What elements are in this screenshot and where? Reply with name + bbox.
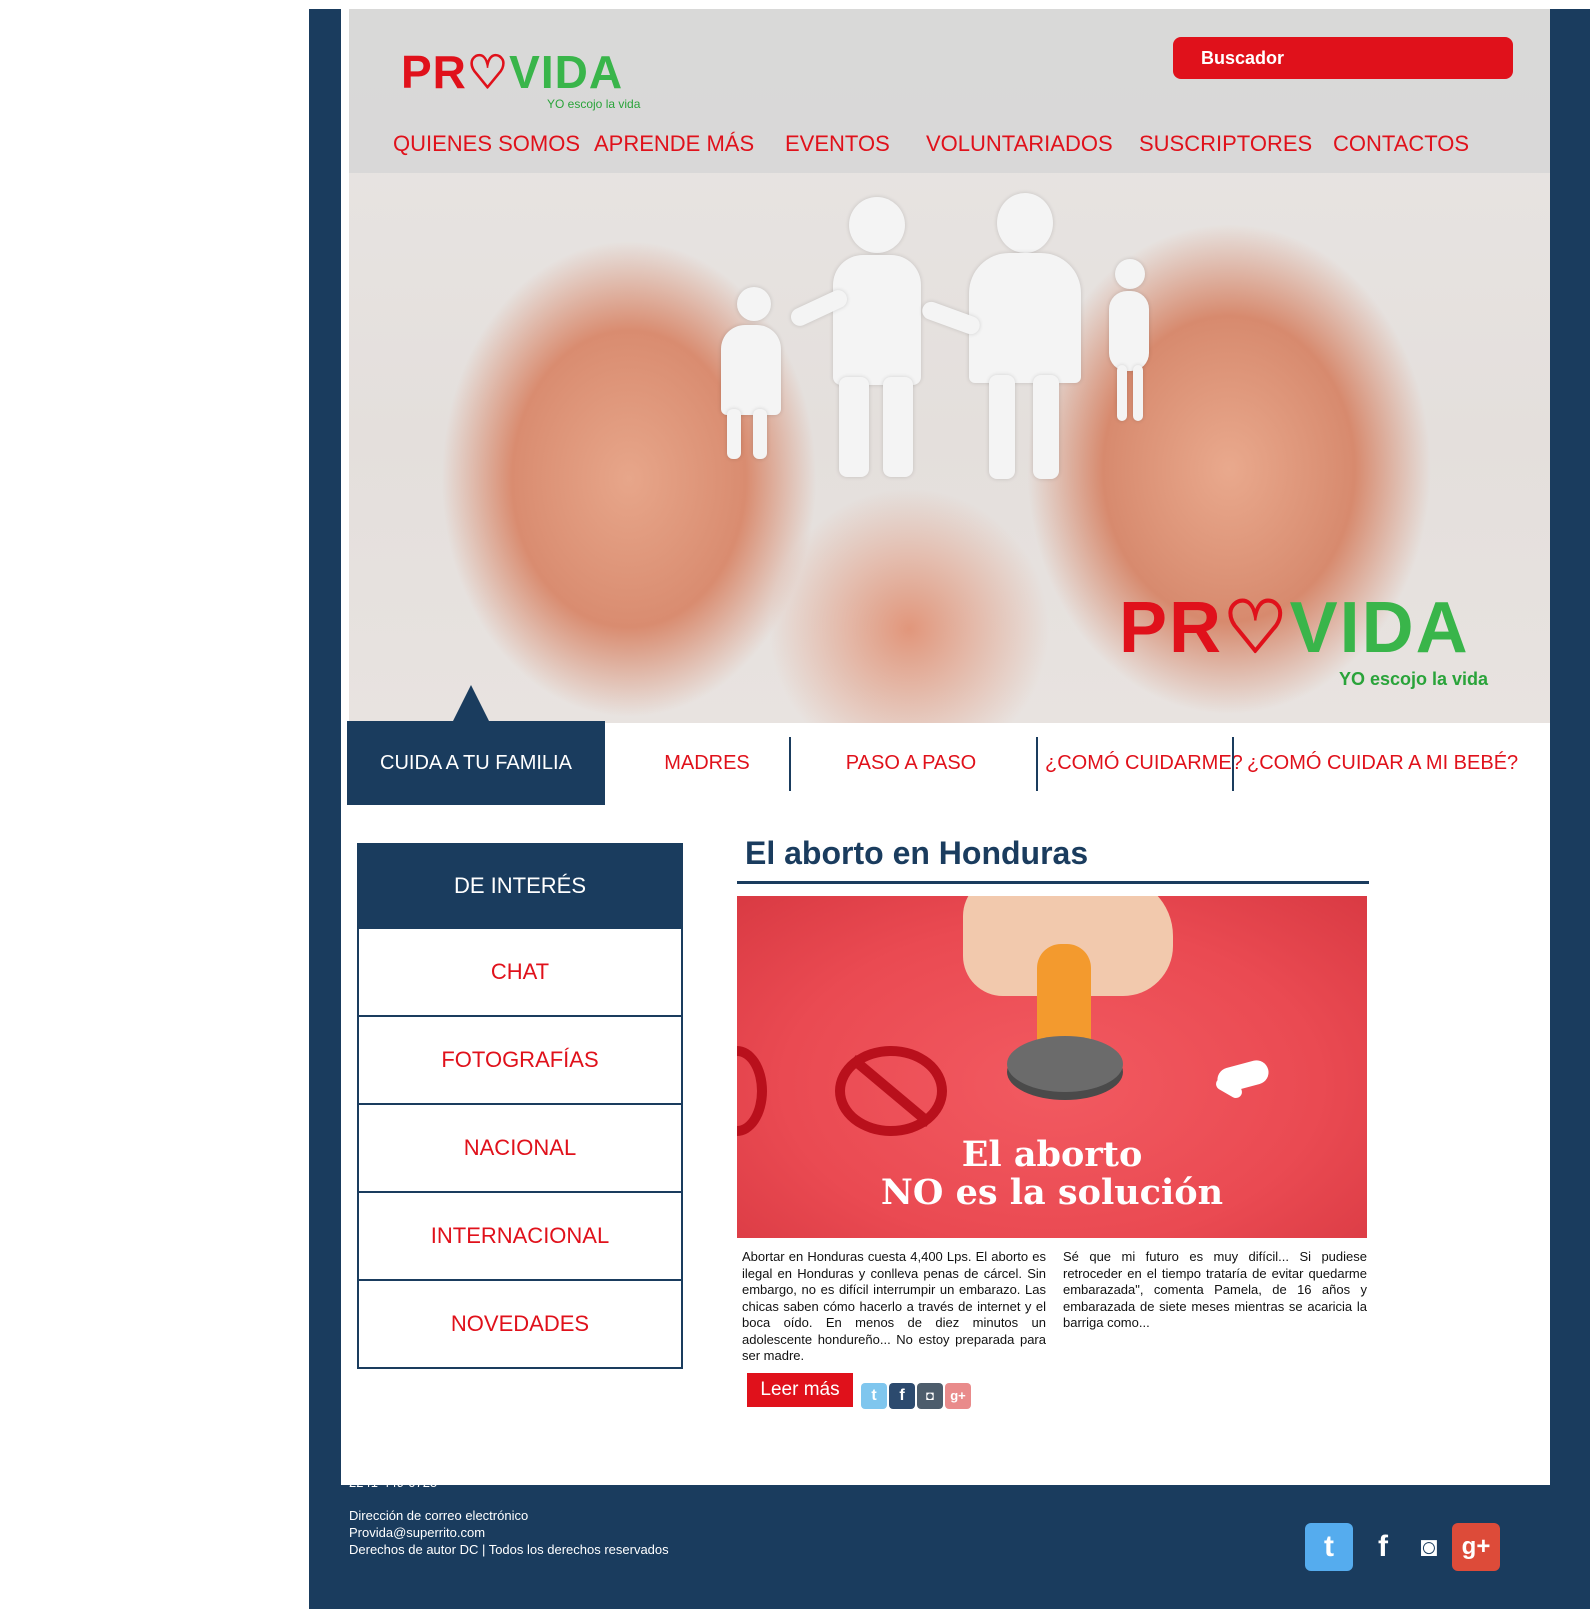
baby-head bbox=[1115, 259, 1145, 289]
tab-divider bbox=[789, 737, 791, 791]
mother-body bbox=[969, 253, 1081, 383]
logo-tagline: YO escojo la vida bbox=[547, 97, 641, 111]
nav-eventos[interactable]: EVENTOS bbox=[785, 131, 890, 157]
footer-email-label: Dirección de correo electrónico bbox=[349, 1508, 529, 1523]
tab-divider bbox=[1232, 737, 1234, 791]
title-divider bbox=[737, 881, 1369, 884]
read-more-button[interactable]: Leer más bbox=[747, 1373, 853, 1407]
baby-leg bbox=[1133, 365, 1143, 421]
article-text-column-1: Abortar en Honduras cuesta 4,400 Lps. El… bbox=[742, 1249, 1046, 1363]
father-leg bbox=[839, 377, 869, 477]
footer-copyright: Derechos de autor DC | Todos los derecho… bbox=[349, 1542, 669, 1557]
content-area: PR♡VIDA YO escojo la vida PR♡VIDA YO esc… bbox=[341, 9, 1550, 1485]
image-caption-line-1: El aborto bbox=[961, 1134, 1143, 1175]
twitter-icon[interactable]: t bbox=[861, 1383, 887, 1409]
father-body bbox=[833, 255, 921, 385]
article-title: El aborto en Honduras bbox=[745, 835, 1089, 871]
father-head bbox=[849, 197, 905, 253]
nav-contactos[interactable]: CONTACTOS bbox=[1333, 131, 1469, 157]
sidebar-item-internacional[interactable]: INTERNACIONAL bbox=[357, 1193, 683, 1281]
nav-aprende-mas[interactable]: APRENDE MÁS bbox=[594, 131, 754, 157]
nav-quienes-somos[interactable]: QUIENES SOMOS bbox=[393, 131, 580, 157]
google-plus-icon[interactable]: g+ bbox=[945, 1383, 971, 1409]
page-frame: PR♡VIDA YO escojo la vida PR♡VIDA YO esc… bbox=[309, 9, 1590, 1609]
nav-suscriptores[interactable]: SUSCRIPTORES bbox=[1139, 131, 1312, 157]
mother-leg bbox=[989, 375, 1015, 479]
child-head bbox=[737, 287, 771, 321]
heart-footprints-icon: ♡ bbox=[466, 46, 510, 98]
child-body bbox=[721, 325, 781, 415]
tab-cuida-a-tu-familia[interactable]: CUIDA A TU FAMILIA bbox=[347, 721, 605, 805]
father-leg bbox=[883, 377, 913, 477]
instagram-icon[interactable]: ◘ bbox=[917, 1383, 943, 1409]
footer-phone-label: Teléfono bbox=[349, 1458, 399, 1473]
header-bar: PR♡VIDA YO escojo la vida Buscador QUIEN… bbox=[349, 9, 1550, 173]
site-logo[interactable]: PR♡VIDA bbox=[401, 45, 623, 99]
logo-text-vida: VIDA bbox=[509, 46, 624, 98]
hero-logo: PR♡VIDA bbox=[1119, 585, 1470, 669]
article-text-column-2: Sé que mi futuro es muy difícil... Si pu… bbox=[1063, 1249, 1367, 1330]
footer-email[interactable]: Provida@superrito.com bbox=[349, 1525, 485, 1540]
active-tab-arrow bbox=[453, 685, 489, 721]
sidebar-item-novedades[interactable]: NOVEDADES bbox=[357, 1281, 683, 1369]
tab-paso-a-paso[interactable]: PASO A PASO bbox=[831, 721, 991, 805]
search-button[interactable]: Buscador bbox=[1173, 37, 1513, 79]
hero-tagline: YO escojo la vida bbox=[1339, 669, 1489, 689]
child-leg bbox=[753, 409, 767, 459]
facebook-icon[interactable]: f bbox=[889, 1383, 915, 1409]
heart-footprints-icon: ♡ bbox=[1223, 588, 1290, 668]
sidebar-item-fotografias[interactable]: FOTOGRAFÍAS bbox=[357, 1017, 683, 1105]
child-leg bbox=[727, 409, 741, 459]
sidebar-title: DE INTERÉS bbox=[357, 843, 683, 929]
facebook-icon[interactable]: f bbox=[1359, 1523, 1407, 1571]
tab-madres[interactable]: MADRES bbox=[627, 721, 787, 805]
image-caption-line-2: NO es la solución bbox=[880, 1172, 1224, 1213]
footer-phone: 2241-449-0725 bbox=[349, 1475, 438, 1490]
stamp-base bbox=[1007, 1036, 1123, 1092]
article-image[interactable]: El aborto NO es la solución bbox=[737, 896, 1367, 1238]
tab-como-cuidarme[interactable]: ¿COMÓ CUIDARME? bbox=[1045, 721, 1243, 805]
sidebar-item-nacional[interactable]: NACIONAL bbox=[357, 1105, 683, 1193]
baby-body bbox=[1109, 291, 1149, 371]
image-caption: El aborto NO es la solución bbox=[737, 1136, 1367, 1212]
baby-leg bbox=[1117, 365, 1127, 421]
instagram-icon[interactable]: ◙ bbox=[1405, 1523, 1453, 1571]
logo-text-pr: PR bbox=[1119, 588, 1224, 668]
logo-text-vida: VIDA bbox=[1289, 588, 1470, 668]
mother-head bbox=[997, 193, 1053, 253]
logo-text-pr: PR bbox=[401, 46, 467, 98]
nav-voluntariados[interactable]: VOLUNTARIADOS bbox=[926, 131, 1113, 157]
tab-divider bbox=[1036, 737, 1038, 791]
mother-leg bbox=[1033, 375, 1059, 479]
twitter-icon[interactable]: t bbox=[1305, 1523, 1353, 1571]
sidebar-item-chat[interactable]: CHAT bbox=[357, 929, 683, 1017]
prohibited-icon-partial bbox=[737, 1046, 767, 1136]
hero-banner: PR♡VIDA YO escojo la vida PR♡VIDA YO esc… bbox=[349, 9, 1550, 723]
google-plus-icon[interactable]: g+ bbox=[1452, 1523, 1500, 1571]
tab-como-cuidar-a-mi-bebe[interactable]: ¿COMÓ CUIDAR A MI BEBÉ? bbox=[1247, 721, 1518, 805]
